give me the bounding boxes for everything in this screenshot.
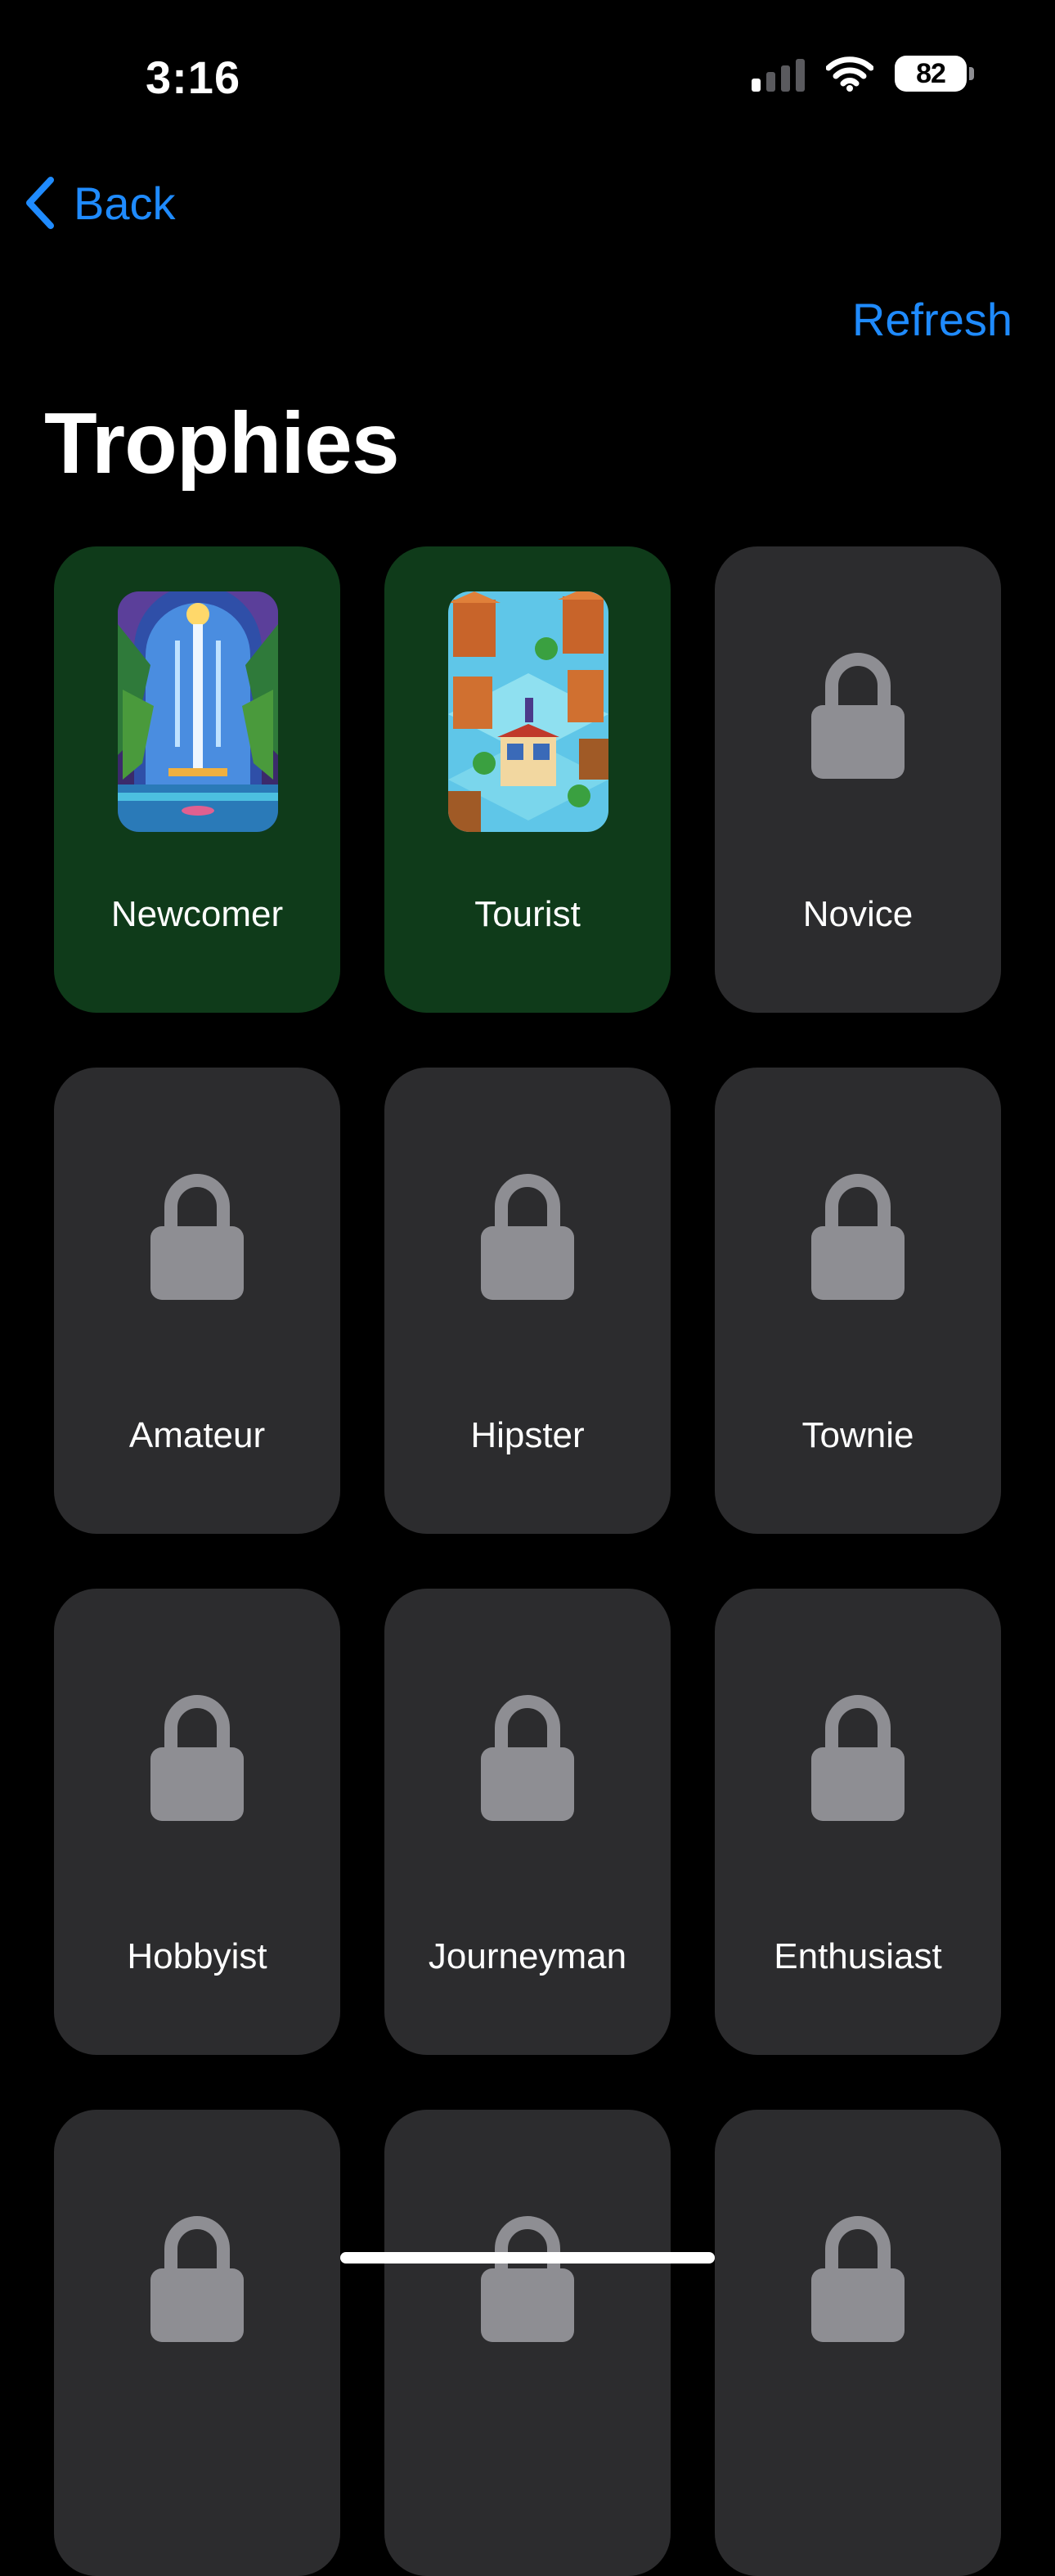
lock-icon xyxy=(811,1174,905,1300)
lock-icon xyxy=(481,2216,574,2342)
trophy-card-locked[interactable] xyxy=(54,2110,340,2576)
lock-icon xyxy=(481,1695,574,1821)
page-title: Trophies xyxy=(44,395,400,492)
trophy-image-tourist xyxy=(448,591,608,832)
status-time: 3:16 xyxy=(146,52,241,103)
trophy-image-newcomer xyxy=(118,591,278,832)
trophy-card-locked[interactable] xyxy=(715,2110,1001,2576)
lock-icon xyxy=(481,1174,574,1300)
lock-icon xyxy=(150,1695,244,1821)
lock-icon xyxy=(150,1174,244,1300)
back-button[interactable]: Back xyxy=(23,173,176,232)
battery-level: 82 xyxy=(916,57,946,89)
trophy-label: Hobbyist xyxy=(127,1936,267,1976)
back-label: Back xyxy=(74,177,176,229)
status-icons: 82 xyxy=(752,56,974,92)
refresh-button[interactable]: Refresh xyxy=(852,293,1012,346)
trophy-card-townie[interactable]: Townie xyxy=(715,1068,1001,1534)
home-indicator[interactable] xyxy=(340,2252,715,2264)
trophy-card-enthusiast[interactable]: Enthusiast xyxy=(715,1589,1001,2055)
lock-icon xyxy=(811,653,905,779)
trophy-label: Tourist xyxy=(474,894,581,934)
trophy-card-amateur[interactable]: Amateur xyxy=(54,1068,340,1534)
trophy-card-locked[interactable] xyxy=(384,2110,671,2576)
trophy-label: Newcomer xyxy=(110,894,284,934)
trophy-label: Townie xyxy=(801,1415,914,1455)
trophy-label: Amateur xyxy=(128,1415,266,1455)
trophy-label: Hipster xyxy=(470,1415,585,1455)
trophy-card-newcomer[interactable]: Newcomer xyxy=(54,546,340,1013)
trophy-label: Novice xyxy=(802,894,914,934)
lock-icon xyxy=(150,2216,244,2342)
trophy-card-tourist[interactable]: Tourist xyxy=(384,546,671,1013)
trophy-label: Journeyman xyxy=(428,1936,627,1976)
trophy-label: Enthusiast xyxy=(774,1936,942,1976)
trophy-card-hobbyist[interactable]: Hobbyist xyxy=(54,1589,340,2055)
battery-icon: 82 xyxy=(895,56,974,92)
signal-icon xyxy=(752,56,805,92)
lock-icon xyxy=(811,1695,905,1821)
lock-icon xyxy=(811,2216,905,2342)
trophy-card-hipster[interactable]: Hipster xyxy=(384,1068,671,1534)
status-bar: 3:16 82 xyxy=(0,0,1055,155)
trophy-card-journeyman[interactable]: Journeyman xyxy=(384,1589,671,2055)
trophy-grid: Newcomer Tourist Novice Amateur Hipster … xyxy=(54,546,1001,2576)
wifi-icon xyxy=(826,56,873,92)
trophy-card-novice[interactable]: Novice xyxy=(715,546,1001,1013)
chevron-left-icon xyxy=(26,177,54,229)
